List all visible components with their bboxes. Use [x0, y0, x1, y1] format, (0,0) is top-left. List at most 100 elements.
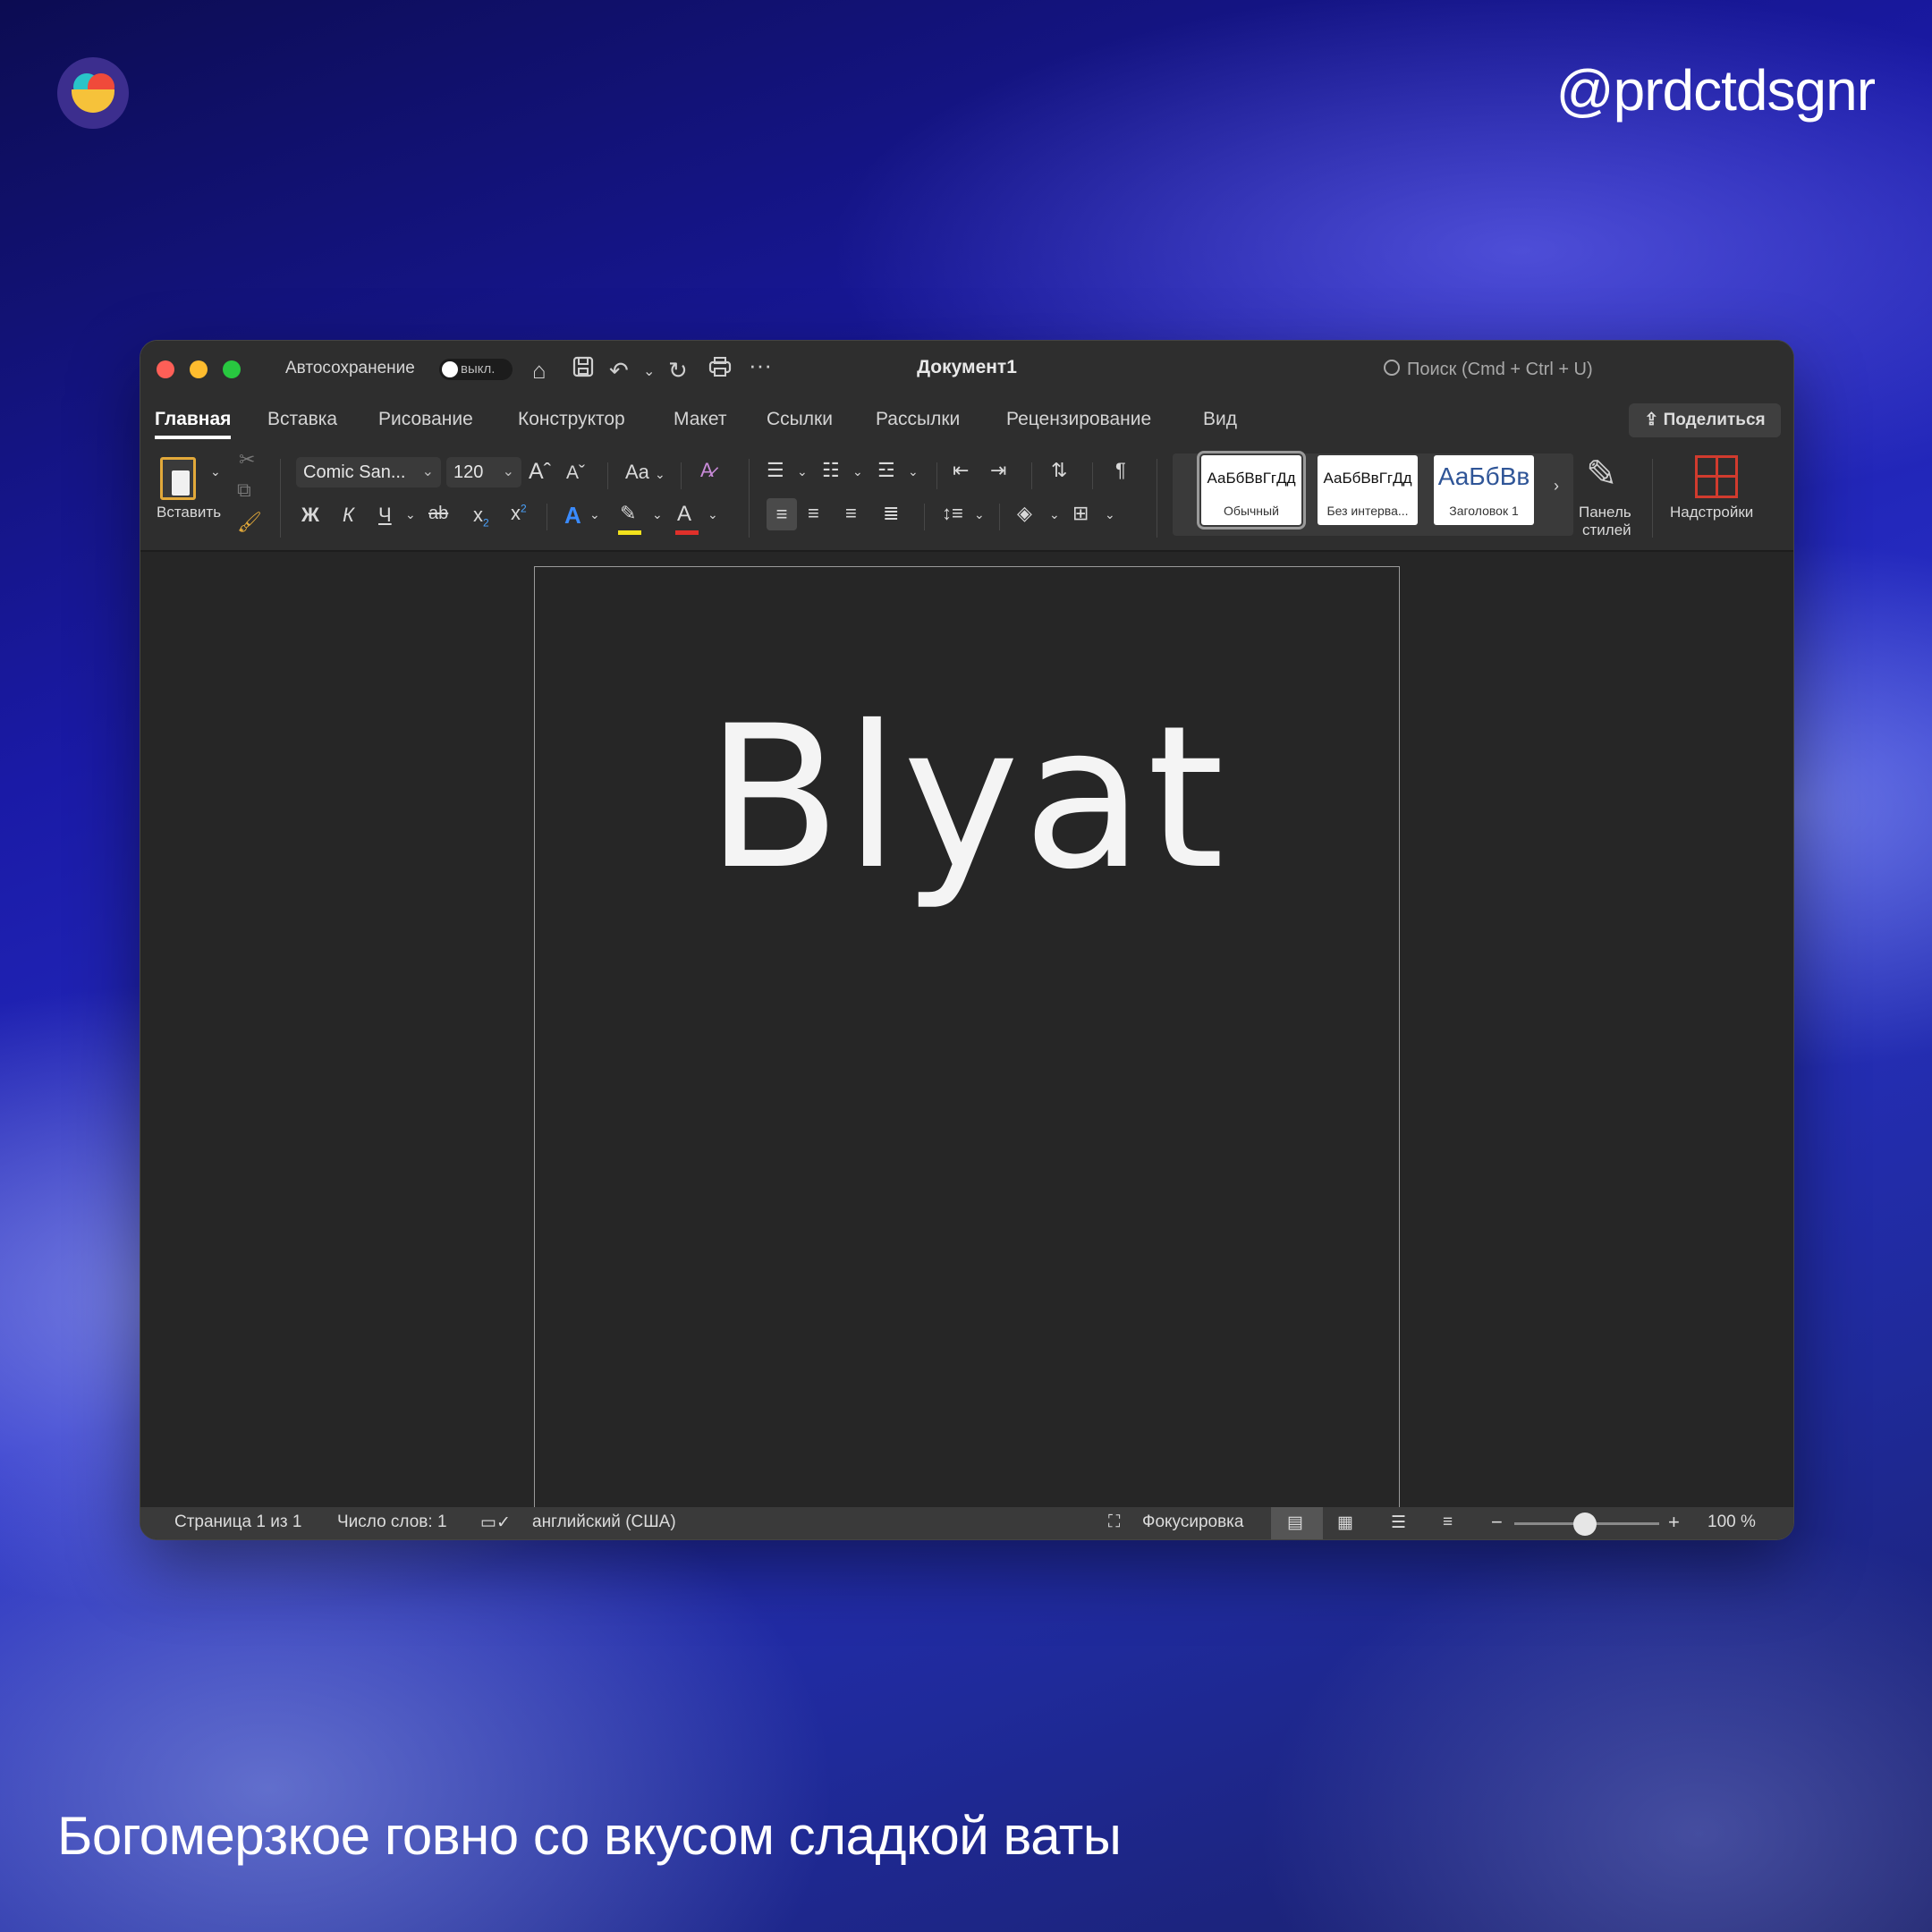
shading-chevron-icon[interactable]: ⌄: [1049, 507, 1060, 522]
styles-pane-icon[interactable]: ✎: [1586, 452, 1617, 496]
tab-mailings[interactable]: Рассылки: [876, 409, 960, 430]
document-canvas: Blyat: [140, 552, 1793, 1524]
grow-font-icon[interactable]: Aˆ: [529, 459, 551, 485]
style-sample: АаБбВвГгДд: [1323, 470, 1412, 487]
tab-references[interactable]: Ссылки: [767, 409, 833, 430]
pilcrow-icon[interactable]: ¶: [1115, 459, 1126, 482]
line-spacing-icon[interactable]: ↕≡: [942, 502, 963, 525]
styles-more-chevron-icon[interactable]: ›: [1554, 477, 1559, 496]
styles-pane-label[interactable]: Панель: [1579, 504, 1631, 521]
copy-icon[interactable]: ⧉: [237, 479, 251, 502]
proofing-icon[interactable]: ▭✓: [480, 1513, 511, 1533]
paste-label[interactable]: Вставить: [157, 504, 221, 521]
addins-icon[interactable]: [1695, 455, 1738, 498]
align-left-icon[interactable]: ≡: [767, 498, 797, 530]
author-handle: @prdctdsgnr: [1555, 58, 1876, 123]
share-button[interactable]: ⇪ Поделиться: [1629, 403, 1781, 437]
zoom-out-button[interactable]: −: [1491, 1511, 1503, 1534]
font-size-select[interactable]: 120 ⌄: [446, 457, 521, 487]
borders-icon[interactable]: ⊞: [1072, 502, 1089, 525]
web-layout-view-icon[interactable]: ▦: [1337, 1513, 1353, 1533]
italic-button[interactable]: К: [343, 504, 354, 527]
focus-icon[interactable]: ⛶: [1108, 1513, 1120, 1532]
style-heading-1[interactable]: АаБбВв Заголовок 1: [1434, 455, 1534, 525]
text-effects-icon[interactable]: A: [564, 502, 581, 530]
decrease-indent-icon[interactable]: ⇤: [953, 459, 969, 482]
clear-formatting-icon[interactable]: A̷: [700, 459, 714, 482]
tab-design[interactable]: Конструктор: [518, 409, 625, 430]
print-layout-view-button[interactable]: ▤: [1271, 1507, 1323, 1539]
language[interactable]: английский (США): [532, 1513, 676, 1532]
align-right-icon[interactable]: ≡: [845, 502, 857, 525]
tab-home[interactable]: Главная: [155, 409, 232, 439]
draft-view-icon[interactable]: ≡: [1443, 1513, 1453, 1532]
line-spacing-chevron-icon[interactable]: ⌄: [974, 507, 985, 522]
search-icon: [1384, 360, 1400, 376]
sort-icon[interactable]: ⇅: [1051, 459, 1067, 482]
cut-icon[interactable]: ✂: [239, 448, 255, 471]
zoom-level[interactable]: 100 %: [1707, 1513, 1756, 1532]
addins-label[interactable]: Надстройки: [1670, 504, 1753, 521]
font-color-icon[interactable]: A: [677, 502, 691, 527]
word-window: Автосохранение выкл. ⌂ ↶ ⌄ ↻ ··· Докумен…: [140, 340, 1794, 1540]
document-text[interactable]: Blyat: [535, 683, 1399, 912]
subscript-button[interactable]: x2: [473, 504, 489, 529]
tab-review[interactable]: Рецензирование: [1006, 409, 1151, 430]
styles-pane-label-2[interactable]: стилей: [1582, 521, 1631, 539]
zoom-in-button[interactable]: +: [1668, 1511, 1680, 1534]
font-color-chevron-icon[interactable]: ⌄: [708, 507, 718, 522]
borders-chevron-icon[interactable]: ⌄: [1105, 507, 1115, 522]
tab-view[interactable]: Вид: [1203, 409, 1237, 430]
search-field[interactable]: Поиск (Cmd + Ctrl + U): [1384, 359, 1593, 380]
bullets-chevron-icon[interactable]: ⌄: [797, 464, 808, 479]
shading-icon[interactable]: ◈: [1017, 502, 1032, 525]
share-label: Поделиться: [1663, 411, 1766, 429]
highlight-icon[interactable]: ✎: [620, 502, 636, 525]
ribbon-tabs: Главная Вставка Рисование Конструктор Ма…: [140, 396, 1793, 448]
bullets-icon[interactable]: ☰: [767, 459, 784, 482]
highlight-chevron-icon[interactable]: ⌄: [652, 507, 663, 522]
style-no-spacing[interactable]: АаБбВвГгДд Без интерва...: [1318, 455, 1418, 525]
justify-icon[interactable]: ≣: [883, 502, 899, 525]
font-name-select[interactable]: Comic San... ⌄: [296, 457, 441, 487]
word-count[interactable]: Число слов: 1: [337, 1513, 447, 1532]
paste-chevron-icon[interactable]: ⌄: [210, 464, 221, 479]
style-normal[interactable]: АаБбВвГгДд Обычный: [1197, 451, 1306, 530]
bold-button[interactable]: Ж: [301, 504, 319, 527]
increase-indent-icon[interactable]: ⇥: [990, 459, 1006, 482]
change-case-button[interactable]: Aa ⌄: [625, 461, 665, 484]
brand-logo: [57, 57, 129, 129]
text-effects-chevron-icon[interactable]: ⌄: [589, 507, 600, 522]
font-name-value: Comic San...: [303, 462, 406, 482]
align-center-icon[interactable]: ≡: [808, 502, 819, 525]
highlight-color-bar: [618, 530, 641, 535]
tab-layout[interactable]: Макет: [674, 409, 726, 430]
font-color-bar: [675, 530, 699, 535]
format-painter-icon[interactable]: 🖌: [237, 511, 262, 534]
chevron-down-icon: ⌄: [502, 464, 514, 479]
paste-icon[interactable]: [160, 457, 196, 500]
shrink-font-icon[interactable]: Aˇ: [566, 462, 585, 484]
status-bar: Страница 1 из 1 Число слов: 1 ▭✓ английс…: [140, 1507, 1793, 1539]
multilevel-chevron-icon[interactable]: ⌄: [908, 464, 919, 479]
caption: Богомерзкое говно со вкусом сладкой ваты: [57, 1806, 1122, 1866]
page-count[interactable]: Страница 1 из 1: [174, 1513, 301, 1532]
tab-insert[interactable]: Вставка: [267, 409, 337, 430]
multilevel-list-icon[interactable]: ☲: [877, 459, 895, 482]
style-name: Без интерва...: [1326, 504, 1409, 518]
document-page[interactable]: Blyat: [534, 566, 1400, 1524]
numbering-icon[interactable]: ☷: [822, 459, 840, 482]
style-sample: АаБбВвГгДд: [1207, 470, 1296, 487]
underline-chevron-icon[interactable]: ⌄: [405, 507, 416, 522]
search-placeholder: Поиск (Cmd + Ctrl + U): [1407, 360, 1593, 379]
focus-label[interactable]: Фокусировка: [1142, 1513, 1243, 1532]
chevron-down-icon: ⌄: [421, 464, 434, 479]
outline-view-icon[interactable]: ☰: [1391, 1513, 1406, 1533]
zoom-slider-thumb[interactable]: [1573, 1513, 1597, 1536]
numbering-chevron-icon[interactable]: ⌄: [852, 464, 863, 479]
strikethrough-button[interactable]: ab: [428, 504, 448, 524]
font-size-value: 120: [453, 462, 484, 482]
superscript-button[interactable]: x2: [511, 502, 527, 525]
underline-button[interactable]: Ч: [378, 504, 392, 527]
tab-draw[interactable]: Рисование: [378, 409, 473, 430]
